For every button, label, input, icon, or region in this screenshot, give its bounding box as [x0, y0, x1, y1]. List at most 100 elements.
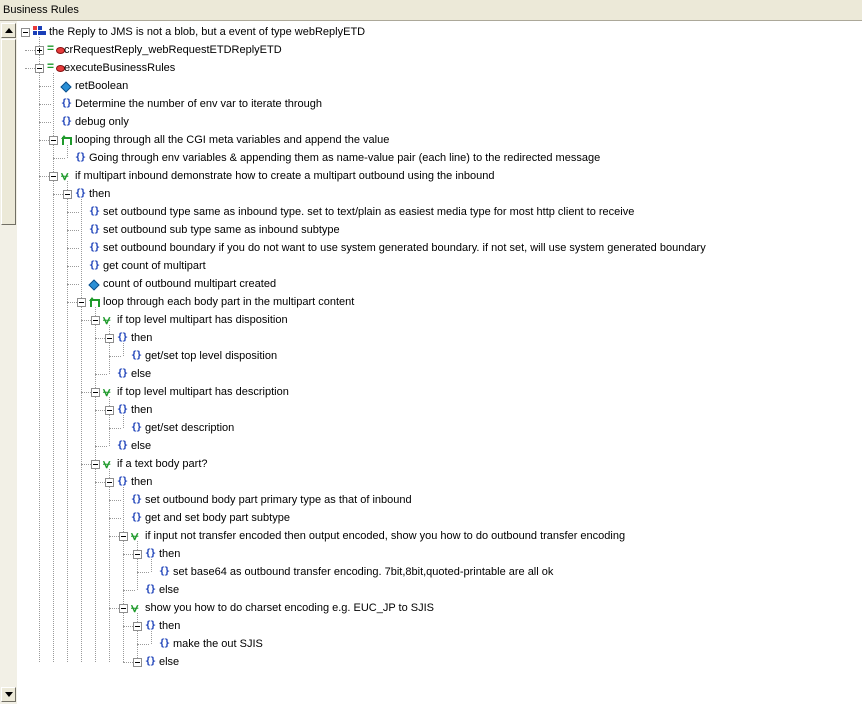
vertical-scrollbar[interactable]: [0, 21, 17, 704]
tree-connector: [109, 518, 121, 519]
tree-node-label: executeBusinessRules: [64, 62, 176, 74]
tree-connector: [39, 86, 51, 87]
collapse-icon[interactable]: [119, 532, 128, 541]
collapse-icon[interactable]: [133, 550, 142, 559]
expand-icon[interactable]: [35, 46, 44, 55]
tree-node[interactable]: {} then: [17, 617, 857, 635]
rule-icon: {}: [89, 260, 100, 271]
tree-node[interactable]: looping through all the CGI meta variabl…: [17, 131, 857, 149]
variable-icon: [89, 280, 98, 289]
branch-icon: ⩝: [131, 600, 139, 615]
scrollbar-thumb[interactable]: [1, 39, 16, 225]
tree-node[interactable]: {} set base64 as outbound transfer encodi…: [17, 563, 857, 581]
tree-node-label: get/set top level disposition: [145, 350, 278, 362]
scroll-up-button[interactable]: [1, 23, 16, 38]
collapse-icon[interactable]: [63, 190, 72, 199]
tree-node[interactable]: crRequestReply_webRequestETDReplyETD: [17, 41, 857, 59]
expander-bar: [107, 482, 112, 483]
rule-icon: {}: [159, 638, 170, 649]
expander-bar: [51, 140, 56, 141]
tree-node[interactable]: the Reply to JMS is not a blob, but a ev…: [17, 23, 857, 41]
rule-icon: {}: [117, 476, 128, 487]
collapse-icon[interactable]: [91, 316, 100, 325]
collapse-icon[interactable]: [105, 406, 114, 415]
tree-node[interactable]: {} then: [17, 329, 857, 347]
tree-connector: [67, 248, 79, 249]
tree-connector: [123, 590, 135, 591]
tree-node[interactable]: {} set outbound body part primary type as…: [17, 491, 857, 509]
tree-node[interactable]: {} get and set body part subtype: [17, 509, 857, 527]
tree-node-label: if top level multipart has disposition: [117, 314, 288, 326]
tree-node-label: else: [131, 368, 152, 380]
tree-node[interactable]: {} else: [17, 581, 857, 599]
rule-icon: {}: [61, 116, 72, 127]
scroll-down-button[interactable]: [1, 687, 16, 702]
tree-node-label: else: [159, 656, 180, 668]
tree-node[interactable]: {} get/set top level disposition: [17, 347, 857, 365]
collapse-icon[interactable]: [133, 622, 142, 631]
tree-node[interactable]: {} else: [17, 437, 857, 455]
collapse-icon[interactable]: [49, 172, 58, 181]
collapse-icon[interactable]: [91, 460, 100, 469]
collapse-icon[interactable]: [77, 298, 86, 307]
tree-node[interactable]: {} get count of multipart: [17, 257, 857, 275]
tree-node[interactable]: ⩝ if top level multipart has disposition: [17, 311, 857, 329]
expander-bar: [107, 410, 112, 411]
tree-node[interactable]: {} then: [17, 401, 857, 419]
business-rules-tree[interactable]: the Reply to JMS is not a blob, but a ev…: [17, 21, 862, 704]
tree-node[interactable]: {} then: [17, 545, 857, 563]
tree-node[interactable]: ⩝ if multipart inbound demonstrate how to…: [17, 167, 857, 185]
tree-node-label: else: [131, 440, 152, 452]
tree-node[interactable]: {} make the out SJIS: [17, 635, 857, 653]
collapse-icon[interactable]: [91, 388, 100, 397]
rule-icon: {}: [89, 242, 100, 253]
expander-bar: [93, 320, 98, 321]
tree-node[interactable]: loop through each body part in the multi…: [17, 293, 857, 311]
collaboration-dot: [33, 26, 37, 30]
tree-node[interactable]: {} else: [17, 653, 857, 671]
rule-icon: {}: [131, 512, 142, 523]
tree-node-label: the Reply to JMS is not a blob, but a ev…: [49, 26, 366, 38]
tree-node[interactable]: ⩝ if input not transfer encoded then outp…: [17, 527, 857, 545]
tree-node[interactable]: {} set outbound boundary if you do not wa…: [17, 239, 857, 257]
tree-node[interactable]: {} debug only: [17, 113, 857, 131]
collapse-icon[interactable]: [105, 334, 114, 343]
collapse-icon[interactable]: [49, 136, 58, 145]
tree-node[interactable]: ⩝ if top level multipart has description: [17, 383, 857, 401]
rule-icon: {}: [89, 206, 100, 217]
tree-node[interactable]: count of outbound multipart created: [17, 275, 857, 293]
collapse-icon[interactable]: [21, 28, 30, 37]
rule-icon: {}: [75, 152, 86, 163]
branch-icon: ⩝: [103, 312, 111, 327]
tree-node[interactable]: {} then: [17, 473, 857, 491]
collapse-icon[interactable]: [119, 604, 128, 613]
tree-node-label: looping through all the CGI meta variabl…: [75, 134, 390, 146]
expander-bar: [135, 554, 140, 555]
collapse-icon[interactable]: [133, 658, 142, 667]
tree-node-label: set outbound boundary if you do not want…: [103, 242, 706, 254]
tree-node[interactable]: {} then: [17, 185, 857, 203]
tree-node[interactable]: {} get/set description: [17, 419, 857, 437]
collapse-icon[interactable]: [35, 64, 44, 73]
arrow-up-icon: [5, 28, 13, 33]
tree-connector: [109, 428, 121, 429]
tree-node-label: set outbound type same as inbound type. …: [103, 206, 635, 218]
collapse-icon[interactable]: [105, 478, 114, 487]
tree-node[interactable]: {} Determine the number of env var to ite…: [17, 95, 857, 113]
tree-node[interactable]: {} else: [17, 365, 857, 383]
tree-node[interactable]: {} Going through env variables & appendin…: [17, 149, 857, 167]
rule-icon: {}: [145, 584, 156, 595]
tree-node[interactable]: ⩝ if a text body part?: [17, 455, 857, 473]
tree-node[interactable]: {} set outbound type same as inbound type…: [17, 203, 857, 221]
expander-bar: [23, 32, 28, 33]
tree-node-label: Determine the number of env var to itera…: [75, 98, 323, 110]
tree-node[interactable]: {} set outbound sub type same as inbound …: [17, 221, 857, 239]
tree-connector: [95, 446, 107, 447]
tree-node-label: crRequestReply_webRequestETDReplyETD: [64, 44, 282, 56]
tree-node[interactable]: executeBusinessRules: [17, 59, 857, 77]
tree-node-label: get count of multipart: [103, 260, 206, 272]
tree-node-label: set outbound body part primary type as t…: [145, 494, 412, 506]
tree-node[interactable]: retBoolean: [17, 77, 857, 95]
tree-connector: [67, 230, 79, 231]
tree-node[interactable]: ⩝ show you how to do charset encoding e.g…: [17, 599, 857, 617]
